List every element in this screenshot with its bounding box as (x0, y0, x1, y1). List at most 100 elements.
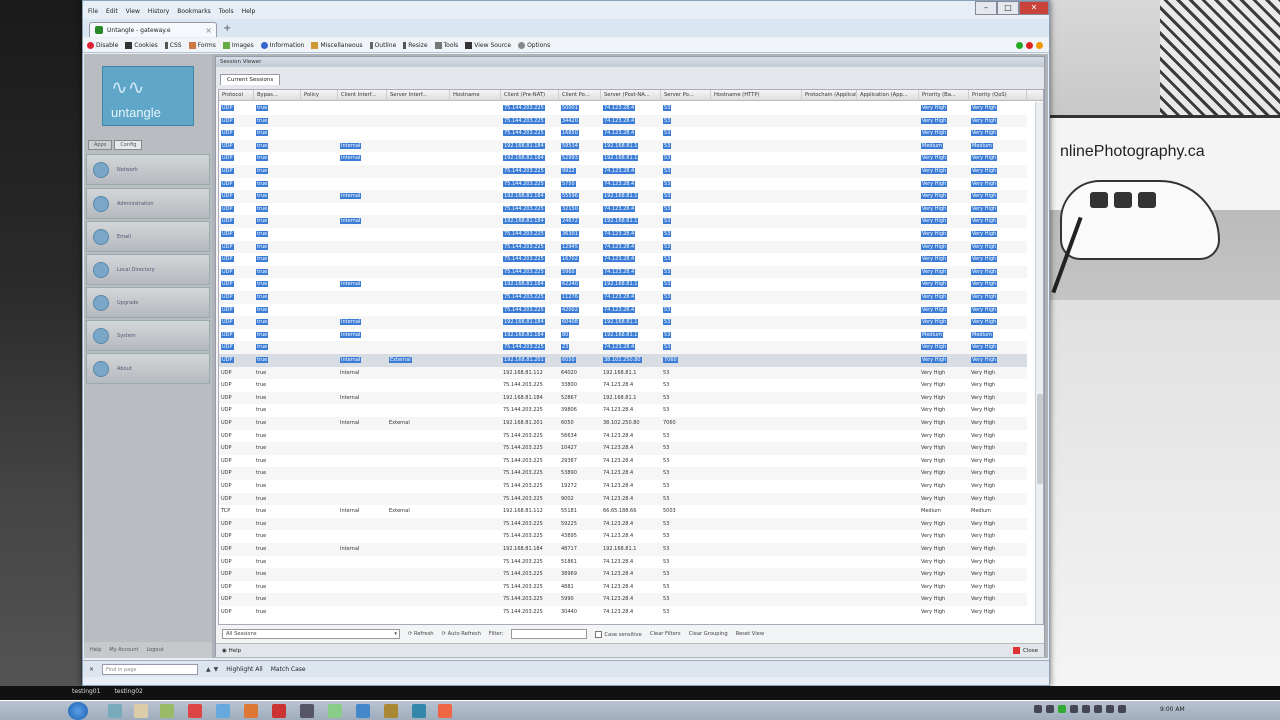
taskbar-app-icon[interactable] (438, 704, 452, 718)
match-case-button[interactable]: Match Case (271, 666, 306, 673)
nav-network[interactable]: Network (86, 154, 210, 185)
close-findbar-icon[interactable]: × (89, 666, 94, 673)
table-row[interactable]: UDP true 75.144.203.225 56634 74.123.28.4 53 V… (219, 430, 1027, 443)
table-row[interactable]: UDP true 75.144.203.225 11276 74.123.28.4 53 V… (219, 291, 1027, 304)
taskbar-app-icon[interactable] (134, 704, 148, 718)
column-header[interactable]: Application (App... (857, 90, 919, 101)
browser-tab[interactable]: Untangle - gateway.e × (89, 22, 217, 37)
logout-link[interactable]: Logout (146, 647, 163, 653)
table-row[interactable]: UDP true 75.144.203.225 43895 74.123.28.4 53 V… (219, 530, 1027, 543)
desktop-label[interactable]: testing01 (72, 688, 100, 695)
tray-icon[interactable] (1082, 705, 1090, 713)
taskbar-app-icon[interactable] (108, 704, 122, 718)
tray-icon[interactable] (1070, 705, 1078, 713)
column-header[interactable]: Client (Pre-NAT) (501, 90, 559, 101)
table-row[interactable]: UDP true Internal 192.168.81.184 62240 192.16… (219, 278, 1027, 291)
column-header[interactable]: Protocol (219, 90, 254, 101)
taskbar-app-icon[interactable] (272, 704, 286, 718)
table-row[interactable]: UDP true 75.144.203.225 32150 74.123.28.4 53 V… (219, 203, 1027, 216)
table-row[interactable]: UDP true 75.144.203.225 16850 74.123.28.4 53 V… (219, 127, 1027, 140)
my-account-link[interactable]: My Account (109, 647, 138, 653)
toolbar-cookies[interactable]: Cookies (125, 41, 158, 49)
auto-refresh-button[interactable]: ⟳ Auto Refresh (442, 631, 481, 637)
tab-apps[interactable]: Apps (88, 140, 113, 150)
table-row[interactable]: UDP true 75.144.203.225 51861 74.123.28.4 53 V… (219, 556, 1027, 569)
column-header[interactable]: Hostname (450, 90, 501, 101)
nav-administration[interactable]: Administration (86, 188, 210, 219)
toolbar-forms[interactable]: Forms (188, 41, 216, 49)
tray-icon[interactable] (1094, 705, 1102, 713)
desktop-label[interactable]: testing02 (114, 688, 142, 695)
column-header[interactable]: Client Interf... (338, 90, 387, 101)
clear-grouping-button[interactable]: Clear Grouping (689, 631, 728, 637)
tab-current-sessions[interactable]: Current Sessions (220, 74, 281, 85)
menu-view[interactable]: View (126, 8, 140, 15)
tray-icon[interactable] (1058, 705, 1066, 713)
toolbar-tools[interactable]: Tools (434, 41, 458, 49)
table-row[interactable]: UDP true 75.144.203.225 30440 74.123.28.4 53 V… (219, 606, 1027, 619)
table-row[interactable]: UDP true Internal 192.168.81.184 60408 192.16… (219, 316, 1027, 329)
close-icon[interactable]: × (205, 26, 212, 35)
help-button[interactable]: ◉ Help (222, 648, 241, 654)
find-input[interactable]: Find in page (102, 663, 199, 675)
nav-upgrade[interactable]: Upgrade (86, 287, 210, 318)
table-row[interactable]: UDP true 75.144.203.225 39806 74.123.28.4 53 V… (219, 404, 1027, 417)
toolbar-view-source[interactable]: View Source (465, 41, 511, 49)
table-row[interactable]: UDP true Internal 192.168.81.184 24672 192.16… (219, 215, 1027, 228)
table-row[interactable]: UDP true 75.144.203.225 34420 74.123.28.4 53 V… (219, 114, 1027, 128)
table-row[interactable]: UDP true 75.144.203.225 50001 74.123.28.4 53 V… (219, 102, 1027, 115)
column-header[interactable]: Protochain (Application ... (802, 90, 857, 101)
table-row[interactable]: UDP true Internal 192.168.81.184 80 192.168.8… (219, 329, 1027, 342)
table-row[interactable]: UDP true Internal 192.168.81.112 64020 192.16… (219, 366, 1027, 380)
menu-history[interactable]: History (148, 8, 169, 15)
nav-email[interactable]: Email (86, 221, 210, 252)
table-row[interactable]: UDP true Internal 192.168.81.184 48717 192.16… (219, 543, 1027, 556)
taskbar-app-icon[interactable] (160, 704, 174, 718)
find-next-icon[interactable]: ▼ (214, 666, 219, 673)
taskbar-app-icon[interactable] (188, 704, 202, 718)
column-header[interactable]: Bypas... (254, 90, 301, 101)
taskbar-app-icon[interactable] (412, 704, 426, 718)
table-row[interactable]: UDP true 75.144.203.225 10427 74.123.28.4 53 V… (219, 442, 1027, 455)
table-row[interactable]: UDP true Internal External 192.168.81.201 605… (219, 417, 1027, 430)
table-row[interactable]: UDP true 75.144.203.225 5990 74.123.28.4 53 Ve… (219, 593, 1027, 606)
help-link[interactable]: Help (90, 647, 101, 653)
column-header[interactable]: Hostname (HTTP) (711, 90, 802, 101)
tray-icon[interactable] (1046, 705, 1054, 713)
session-filter-select[interactable]: All Sessions (222, 629, 400, 639)
table-row[interactable]: UDP true 75.144.203.225 9002 74.123.28.4 53 Ve… (219, 492, 1027, 506)
toolbar-images[interactable]: Images (222, 41, 254, 49)
toolbar-resize[interactable]: Resize (403, 41, 428, 49)
table-row[interactable]: UDP true 75.144.203.225 5750 74.123.28.4 53 Ve… (219, 178, 1027, 191)
taskbar-app-icon[interactable] (216, 704, 230, 718)
column-header[interactable]: Server Po... (661, 90, 711, 101)
reset-view-button[interactable]: Reset View (736, 631, 764, 637)
table-row[interactable]: UDP true 75.144.203.225 9922 74.123.28.4 53 Ve… (219, 165, 1027, 178)
taskbar-app-icon[interactable] (244, 704, 258, 718)
table-row[interactable]: UDP true 75.144.203.225 33800 74.123.28.4 53 V… (219, 379, 1027, 392)
table-row[interactable]: UDP true 75.144.203.225 19272 74.123.28.4 53 V… (219, 480, 1027, 493)
filter-input[interactable] (511, 629, 588, 639)
column-header[interactable]: Policy (301, 90, 338, 101)
scrollbar-thumb[interactable] (1037, 394, 1043, 484)
menu-tools[interactable]: Tools (219, 8, 234, 15)
column-header[interactable]: Priority (Ba... (919, 90, 969, 101)
case-sensitive-checkbox[interactable]: Case sensitive (595, 630, 642, 638)
toolbar-outline[interactable]: Outline (369, 41, 396, 49)
taskbar-app-icon[interactable] (300, 704, 314, 718)
table-row[interactable]: UDP true 75.144.203.225 16702 74.123.28.4 53 V… (219, 253, 1027, 266)
table-row[interactable]: UDP true Internal 192.168.81.184 59534 192.16… (219, 139, 1027, 153)
table-row[interactable]: UDP true 75.144.203.225 53890 74.123.28.4 53 V… (219, 467, 1027, 480)
nav-local-directory[interactable]: Local Directory (86, 254, 210, 285)
taskbar-app-icon[interactable] (328, 704, 342, 718)
column-header[interactable]: Server (Post-NA... (601, 90, 661, 101)
table-row[interactable]: UDP true 75.144.203.225 59225 74.123.28.4 53 V… (219, 517, 1027, 531)
column-header[interactable]: Server Interf... (387, 90, 450, 101)
table-row[interactable]: UDP true Internal 192.168.81.184 52993 192.16… (219, 152, 1027, 165)
taskbar-app-icon[interactable] (384, 704, 398, 718)
find-prev-icon[interactable]: ▲ (206, 666, 211, 673)
nav-about[interactable]: About (86, 353, 210, 384)
table-row[interactable]: UDP true 75.144.203.225 12945 74.123.28.4 53 V… (219, 240, 1027, 254)
table-row[interactable]: UDP true Internal External 192.168.81.201 605… (219, 354, 1027, 367)
table-row[interactable]: UDP true Internal 192.168.81.184 55596 192.16… (219, 190, 1027, 203)
